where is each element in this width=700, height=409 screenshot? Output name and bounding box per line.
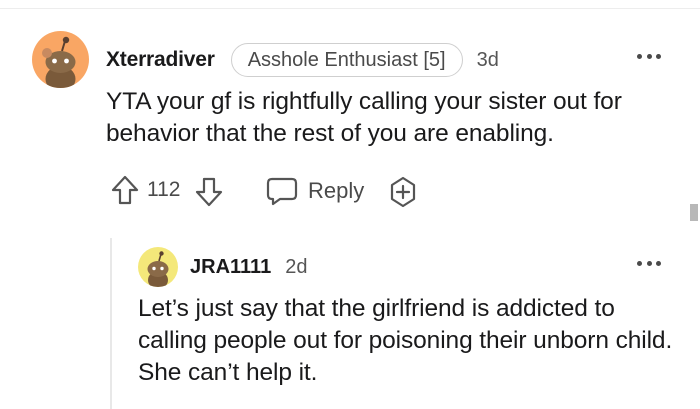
- thread-line[interactable]: [110, 238, 112, 409]
- ellipsis-icon: [637, 53, 642, 59]
- reply-meta: JRA1111 2d: [190, 252, 307, 282]
- comment-thread: Xterradiver Asshole Enthusiast [5] 3d YT…: [0, 0, 700, 409]
- scrollbar-thumb[interactable]: [690, 204, 698, 221]
- avatar[interactable]: [32, 31, 89, 88]
- username[interactable]: Xterradiver: [106, 48, 215, 72]
- reply-more-options-button[interactable]: [637, 256, 661, 270]
- vote-count: 112: [147, 178, 181, 201]
- comment-age[interactable]: 3d: [477, 49, 499, 72]
- reply-button[interactable]: Reply: [266, 174, 364, 208]
- downvote-button[interactable]: [194, 176, 224, 208]
- downvote-arrow-icon: [195, 177, 223, 207]
- ellipsis-dot: [646, 260, 652, 266]
- ellipsis-dot: [656, 53, 661, 59]
- more-options-button[interactable]: [637, 49, 661, 63]
- comment-meta: Xterradiver Asshole Enthusiast [5] 3d: [106, 42, 499, 78]
- award-plus-icon: [390, 176, 416, 208]
- user-flair: Asshole Enthusiast [5]: [230, 43, 463, 77]
- ellipsis-dot: [646, 53, 652, 59]
- upvote-arrow-icon: [111, 175, 139, 205]
- reply-username[interactable]: JRA1111: [190, 256, 271, 279]
- reply-age[interactable]: 2d: [285, 256, 307, 279]
- reply-avatar[interactable]: [138, 247, 178, 287]
- ellipsis-icon: [637, 260, 642, 266]
- chat-bubble-icon: [266, 177, 298, 206]
- reply-body: Let’s just say that the girlfriend is ad…: [138, 295, 673, 386]
- upvote-button[interactable]: [110, 174, 140, 206]
- award-button[interactable]: [387, 176, 419, 208]
- snoo-icon: [147, 251, 169, 287]
- snoo-icon: [42, 36, 76, 88]
- ellipsis-dot: [656, 260, 661, 266]
- reply-label: Reply: [308, 178, 365, 203]
- divider: [0, 8, 700, 9]
- comment-body: YTA your gf is rightfully calling your s…: [106, 88, 622, 147]
